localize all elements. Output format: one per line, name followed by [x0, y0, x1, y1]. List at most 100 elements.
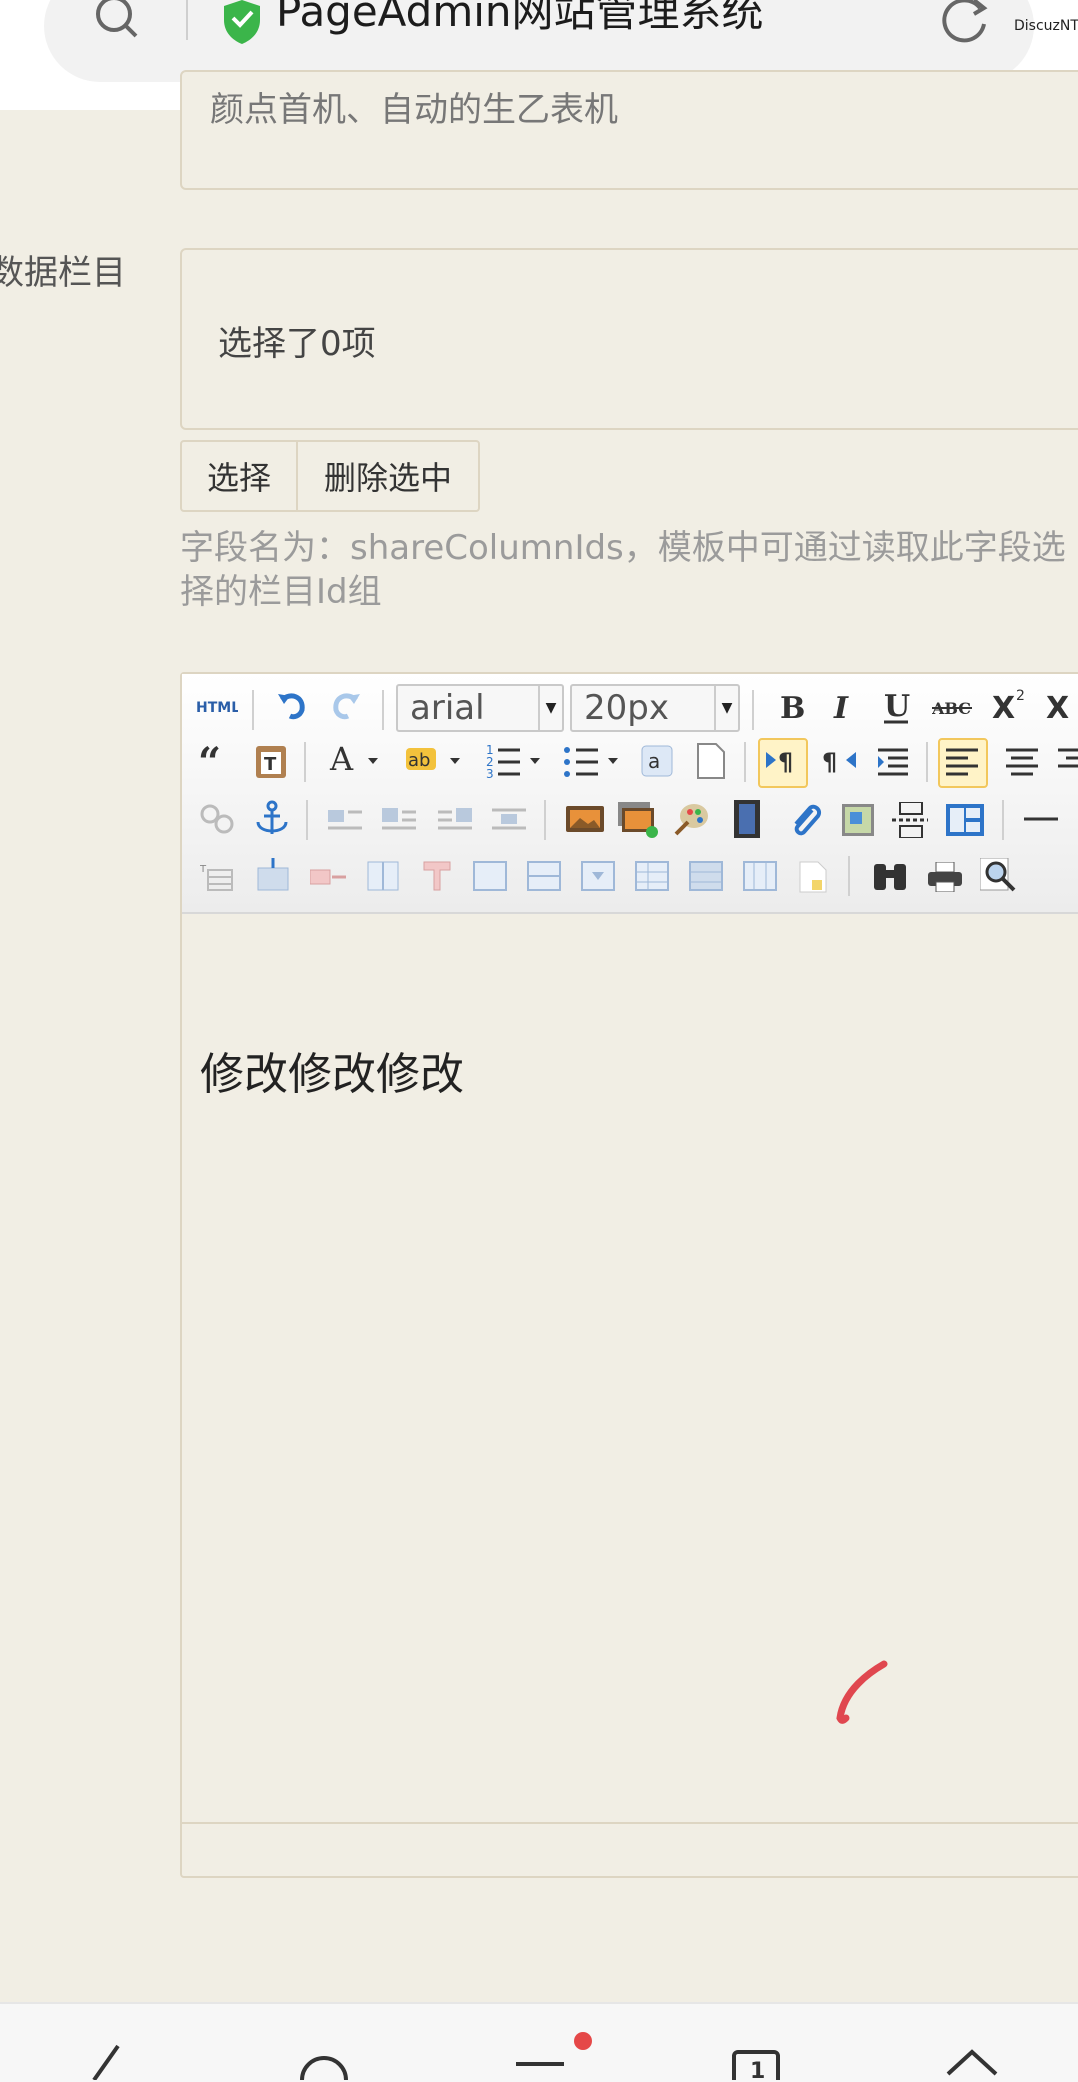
- image-center-icon[interactable]: [492, 806, 526, 832]
- toolbar-separator: [926, 742, 928, 782]
- menu-icon[interactable]: [512, 2044, 572, 2080]
- svg-text:¶: ¶: [822, 748, 837, 776]
- undo-icon[interactable]: [274, 688, 308, 722]
- insert-row-icon[interactable]: [256, 858, 290, 892]
- font-family-value: arial: [410, 688, 485, 728]
- svg-text:1: 1: [750, 2059, 765, 2080]
- svg-text:U: U: [884, 689, 910, 724]
- delete-col-icon[interactable]: [422, 860, 452, 892]
- editor-content-text[interactable]: 修改修改修改: [200, 1038, 464, 1102]
- font-color-icon[interactable]: A: [328, 740, 386, 780]
- home-icon[interactable]: [944, 2044, 1000, 2080]
- svg-text:ab: ab: [408, 750, 430, 771]
- page-break-icon[interactable]: [892, 802, 928, 838]
- extension-label[interactable]: DiscuzNT: [1014, 18, 1078, 34]
- toolbar-separator: [752, 690, 754, 730]
- editor-status-bar: [180, 1822, 1078, 1876]
- merge-cells-icon[interactable]: [366, 860, 400, 892]
- toolbar-separator: [744, 742, 746, 782]
- split-cols-icon[interactable]: [688, 860, 724, 892]
- print-icon[interactable]: [928, 862, 962, 892]
- align-right-icon[interactable]: [1058, 746, 1078, 776]
- svg-text:X: X: [992, 691, 1015, 726]
- svg-text:3: 3: [486, 767, 494, 780]
- split-cells-icon[interactable]: [580, 860, 616, 892]
- column-field-label: 数据栏目: [0, 253, 126, 293]
- back-icon[interactable]: [86, 2044, 126, 2080]
- table-insert-icon[interactable]: T: [200, 862, 234, 892]
- reload-icon[interactable]: [940, 0, 992, 46]
- unlink-icon[interactable]: [200, 802, 234, 836]
- chevron-down-icon: ▼: [714, 686, 738, 730]
- chart-icon[interactable]: [798, 860, 828, 894]
- svg-text:I: I: [833, 691, 849, 726]
- html-source-icon[interactable]: HTML: [196, 696, 238, 716]
- subscript-icon[interactable]: X: [1044, 686, 1078, 726]
- preview-icon[interactable]: [980, 858, 1020, 894]
- font-family-select[interactable]: arial ▼: [396, 684, 564, 732]
- redo-icon[interactable]: [330, 688, 364, 722]
- map-icon[interactable]: [842, 804, 874, 836]
- underline-icon[interactable]: U: [880, 688, 914, 726]
- ltr-direction-icon: ¶: [766, 748, 793, 776]
- image-float-left-icon[interactable]: [382, 806, 416, 832]
- secure-shield-icon: [224, 0, 260, 44]
- svg-text:HTML: HTML: [196, 700, 238, 716]
- svg-text:T: T: [264, 754, 277, 775]
- svg-text:X: X: [1046, 691, 1069, 726]
- new-document-icon[interactable]: [694, 742, 726, 780]
- italic-icon[interactable]: I: [828, 688, 862, 726]
- chevron-down-icon: ▼: [538, 686, 562, 730]
- image-float-right-icon[interactable]: [438, 806, 472, 832]
- font-size-value: 20px: [584, 688, 669, 728]
- toolbar-separator: [252, 690, 254, 730]
- search-icon[interactable]: [92, 0, 144, 44]
- svg-text:2: 2: [1016, 688, 1025, 704]
- scrawl-icon[interactable]: [672, 800, 710, 838]
- home-search-icon[interactable]: [298, 2044, 350, 2080]
- bold-icon[interactable]: B: [776, 688, 810, 726]
- svg-text:¶: ¶: [778, 748, 793, 776]
- indent-icon[interactable]: [876, 744, 910, 778]
- delete-selected-button[interactable]: 删除选中: [296, 440, 480, 512]
- align-center-icon[interactable]: [1006, 746, 1038, 776]
- insert-video-icon[interactable]: [734, 800, 760, 838]
- special-char-icon[interactable]: a: [640, 744, 674, 778]
- paste-text-icon[interactable]: T: [254, 742, 288, 780]
- selected-count: 选择了0项: [218, 324, 376, 364]
- handwritten-stroke: [836, 1660, 888, 1724]
- ordered-list-icon[interactable]: 123: [484, 740, 546, 780]
- field-help-text: 字段名为：shareColumnIds，模板中可通过读取此字段选择的栏目Id组: [180, 528, 1066, 612]
- anchor-icon[interactable]: [254, 800, 290, 838]
- split-rows-icon[interactable]: [634, 860, 670, 892]
- strikethrough-icon[interactable]: ABC: [932, 692, 974, 722]
- attachment-icon[interactable]: [788, 800, 822, 838]
- template-icon[interactable]: [946, 804, 984, 836]
- toolbar-separator: [544, 800, 546, 840]
- rtl-direction-icon[interactable]: ¶: [822, 746, 858, 776]
- page-title[interactable]: PageAdmin网站管理系统: [276, 0, 764, 42]
- find-replace-icon[interactable]: [872, 860, 908, 892]
- highlight-color-icon[interactable]: ab: [404, 742, 466, 778]
- image-float-none-icon[interactable]: [328, 806, 362, 832]
- tabs-icon[interactable]: 1: [730, 2044, 784, 2080]
- insert-paragraph-icon[interactable]: [742, 860, 778, 892]
- insert-col-icon[interactable]: [310, 862, 346, 890]
- multi-image-icon[interactable]: [618, 802, 658, 838]
- svg-text:A: A: [329, 740, 354, 778]
- font-size-select[interactable]: 20px ▼: [570, 684, 740, 732]
- blockquote-icon[interactable]: “: [198, 746, 234, 776]
- superscript-icon[interactable]: X2: [990, 686, 1030, 726]
- svg-text:T: T: [200, 864, 207, 875]
- toolbar-separator: [1002, 800, 1004, 840]
- horizontal-rule-icon[interactable]: [1024, 816, 1058, 822]
- select-button[interactable]: 选择: [180, 440, 298, 512]
- insert-image-icon[interactable]: [566, 804, 604, 834]
- svg-text:“: “: [198, 746, 221, 776]
- unordered-list-icon[interactable]: [562, 740, 624, 780]
- cell-props-icon[interactable]: [526, 860, 562, 892]
- svg-text:B: B: [780, 691, 805, 726]
- align-left-icon: [946, 748, 978, 776]
- table-props-icon[interactable]: [472, 860, 508, 892]
- toolbar-separator: [848, 856, 850, 896]
